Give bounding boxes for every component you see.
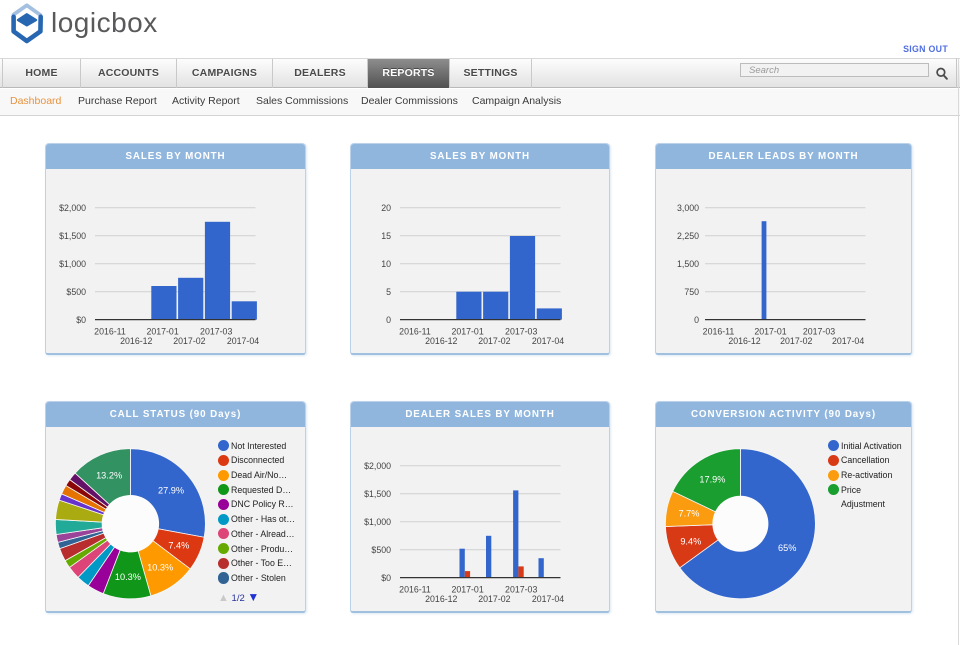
- svg-text:9.4%: 9.4%: [680, 536, 701, 546]
- svg-text:$1,000: $1,000: [59, 259, 86, 269]
- svg-text:2017-02: 2017-02: [780, 336, 812, 346]
- svg-text:2016-12: 2016-12: [425, 594, 457, 604]
- svg-text:2016-12: 2016-12: [120, 336, 152, 346]
- svg-text:3,000: 3,000: [677, 203, 699, 213]
- svg-text:17.9%: 17.9%: [699, 475, 725, 485]
- svg-text:$1,500: $1,500: [364, 489, 391, 499]
- svg-text:27.9%: 27.9%: [158, 485, 184, 495]
- svg-text:2016-12: 2016-12: [425, 336, 457, 346]
- svg-text:$500: $500: [371, 545, 391, 555]
- svg-text:2017-02: 2017-02: [478, 594, 510, 604]
- svg-text:2017-02: 2017-02: [478, 336, 510, 346]
- svg-text:750: 750: [684, 287, 699, 297]
- svg-text:13.2%: 13.2%: [96, 471, 122, 481]
- svg-text:0: 0: [386, 315, 391, 325]
- svg-text:$2,000: $2,000: [59, 203, 86, 213]
- svg-text:65%: 65%: [778, 543, 796, 553]
- svg-text:$2,000: $2,000: [364, 461, 391, 471]
- svg-text:10.3%: 10.3%: [147, 563, 173, 573]
- svg-text:10: 10: [381, 259, 391, 269]
- svg-text:15: 15: [381, 231, 391, 241]
- svg-text:$1,000: $1,000: [364, 517, 391, 527]
- svg-text:$0: $0: [76, 315, 86, 325]
- svg-text:$1,500: $1,500: [59, 231, 86, 241]
- svg-text:7.4%: 7.4%: [168, 540, 189, 550]
- svg-text:2017-04: 2017-04: [832, 336, 864, 346]
- svg-text:7.7%: 7.7%: [679, 509, 700, 519]
- svg-text:$500: $500: [66, 287, 86, 297]
- svg-text:2017-04: 2017-04: [227, 336, 259, 346]
- svg-text:2017-04: 2017-04: [532, 594, 564, 604]
- svg-text:0: 0: [694, 315, 699, 325]
- svg-text:2016-12: 2016-12: [728, 336, 760, 346]
- svg-text:5: 5: [386, 287, 391, 297]
- svg-text:$0: $0: [381, 573, 391, 583]
- svg-text:2017-04: 2017-04: [532, 336, 564, 346]
- svg-text:10.3%: 10.3%: [115, 572, 141, 582]
- svg-text:2017-02: 2017-02: [173, 336, 205, 346]
- svg-text:2,250: 2,250: [677, 231, 699, 241]
- svg-text:20: 20: [381, 203, 391, 213]
- svg-text:1,500: 1,500: [677, 259, 699, 269]
